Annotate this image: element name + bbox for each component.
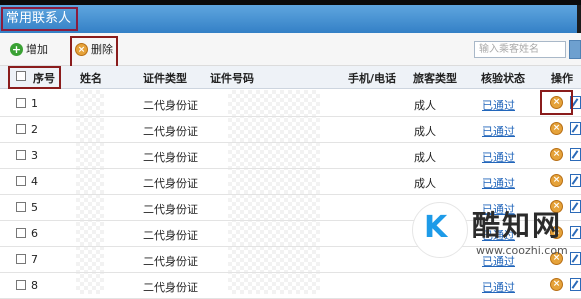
window-title: 常用联系人 (0, 7, 79, 31)
seq-header-highlight-box (8, 66, 61, 89)
delete-highlight-box (70, 36, 118, 68)
table-row: 4 二代身份证 成人 已通过 × (0, 168, 581, 195)
header-id-number: 证件号码 (210, 72, 254, 85)
edit-icon[interactable] (570, 174, 581, 187)
row-id-type: 二代身份证 (143, 203, 198, 216)
edit-icon[interactable] (570, 252, 581, 265)
row-checkbox[interactable] (16, 98, 26, 108)
header-status: 核验状态 (481, 72, 525, 85)
title-bar-edge (577, 5, 581, 33)
header-phone: 手机/电话 (348, 72, 397, 85)
edit-icon[interactable] (570, 200, 581, 213)
watermark-name: 酷知网 (472, 209, 563, 242)
row-status-link[interactable]: 已通过 (482, 97, 515, 113)
row-seq: 8 (31, 279, 38, 292)
delete-row-icon[interactable]: × (550, 148, 563, 161)
row-checkbox[interactable] (16, 176, 26, 186)
search-button[interactable] (569, 40, 581, 59)
row-passenger-type: 成人 (414, 151, 436, 164)
watermark: K 酷知网 www.coozhi.com (412, 196, 568, 268)
delete-row-icon[interactable]: × (550, 278, 563, 291)
row-status-link[interactable]: 已通过 (482, 123, 515, 139)
row-checkbox[interactable] (16, 254, 26, 264)
plus-circle-icon: + (10, 42, 23, 56)
row-seq: 6 (31, 227, 38, 240)
row-passenger-type: 成人 (414, 177, 436, 190)
row-id-type: 二代身份证 (143, 229, 198, 242)
row-seq: 7 (31, 253, 38, 266)
row-status-link[interactable]: 已通过 (482, 149, 515, 165)
row-seq: 1 (31, 97, 38, 110)
delete-row-icon[interactable]: × (550, 122, 563, 135)
delete-row-icon[interactable]: × (550, 174, 563, 187)
header-passenger-type: 旅客类型 (413, 72, 457, 85)
edit-icon[interactable] (570, 148, 581, 161)
row-seq: 3 (31, 149, 38, 162)
header-id-type: 证件类型 (143, 72, 187, 85)
row-id-type: 二代身份证 (143, 125, 198, 138)
header-action: 操作 (551, 72, 573, 85)
row-id-type: 二代身份证 (143, 151, 198, 164)
table-row: 8 二代身份证 已通过 × (0, 272, 581, 299)
row-id-type: 二代身份证 (143, 177, 198, 190)
edit-icon[interactable] (570, 226, 581, 239)
row-passenger-type: 成人 (414, 125, 436, 138)
add-button-label: 增加 (26, 43, 48, 56)
row-checkbox[interactable] (16, 202, 26, 212)
title-bar: 常用联系人 (0, 5, 581, 33)
row-delete-highlight-box (540, 90, 573, 115)
row-checkbox[interactable] (16, 150, 26, 160)
table-row: 3 二代身份证 成人 已通过 × (0, 142, 581, 169)
row-status-link[interactable]: 已通过 (482, 175, 515, 191)
watermark-url: www.coozhi.com (476, 244, 568, 257)
row-checkbox[interactable] (16, 280, 26, 290)
search-input[interactable] (474, 41, 566, 58)
row-seq: 5 (31, 201, 38, 214)
row-id-type: 二代身份证 (143, 281, 198, 294)
table-row: 2 二代身份证 成人 已通过 × (0, 116, 581, 143)
row-checkbox[interactable] (16, 228, 26, 238)
edit-icon[interactable] (570, 122, 581, 135)
table-row: 1 二代身份证 成人 已通过 × (0, 90, 581, 117)
edit-icon[interactable] (570, 278, 581, 291)
row-seq: 4 (31, 175, 38, 188)
table-header: 序号 姓名 证件类型 证件号码 手机/电话 旅客类型 核验状态 操作 (0, 66, 581, 89)
row-passenger-type: 成人 (414, 99, 436, 112)
row-checkbox[interactable] (16, 124, 26, 134)
header-name: 姓名 (80, 72, 102, 85)
row-id-type: 二代身份证 (143, 255, 198, 268)
watermark-logo-letter: K (424, 210, 448, 245)
add-button[interactable]: + 增加 (10, 41, 48, 57)
row-id-type: 二代身份证 (143, 99, 198, 112)
row-seq: 2 (31, 123, 38, 136)
row-status-link[interactable]: 已通过 (482, 279, 515, 295)
